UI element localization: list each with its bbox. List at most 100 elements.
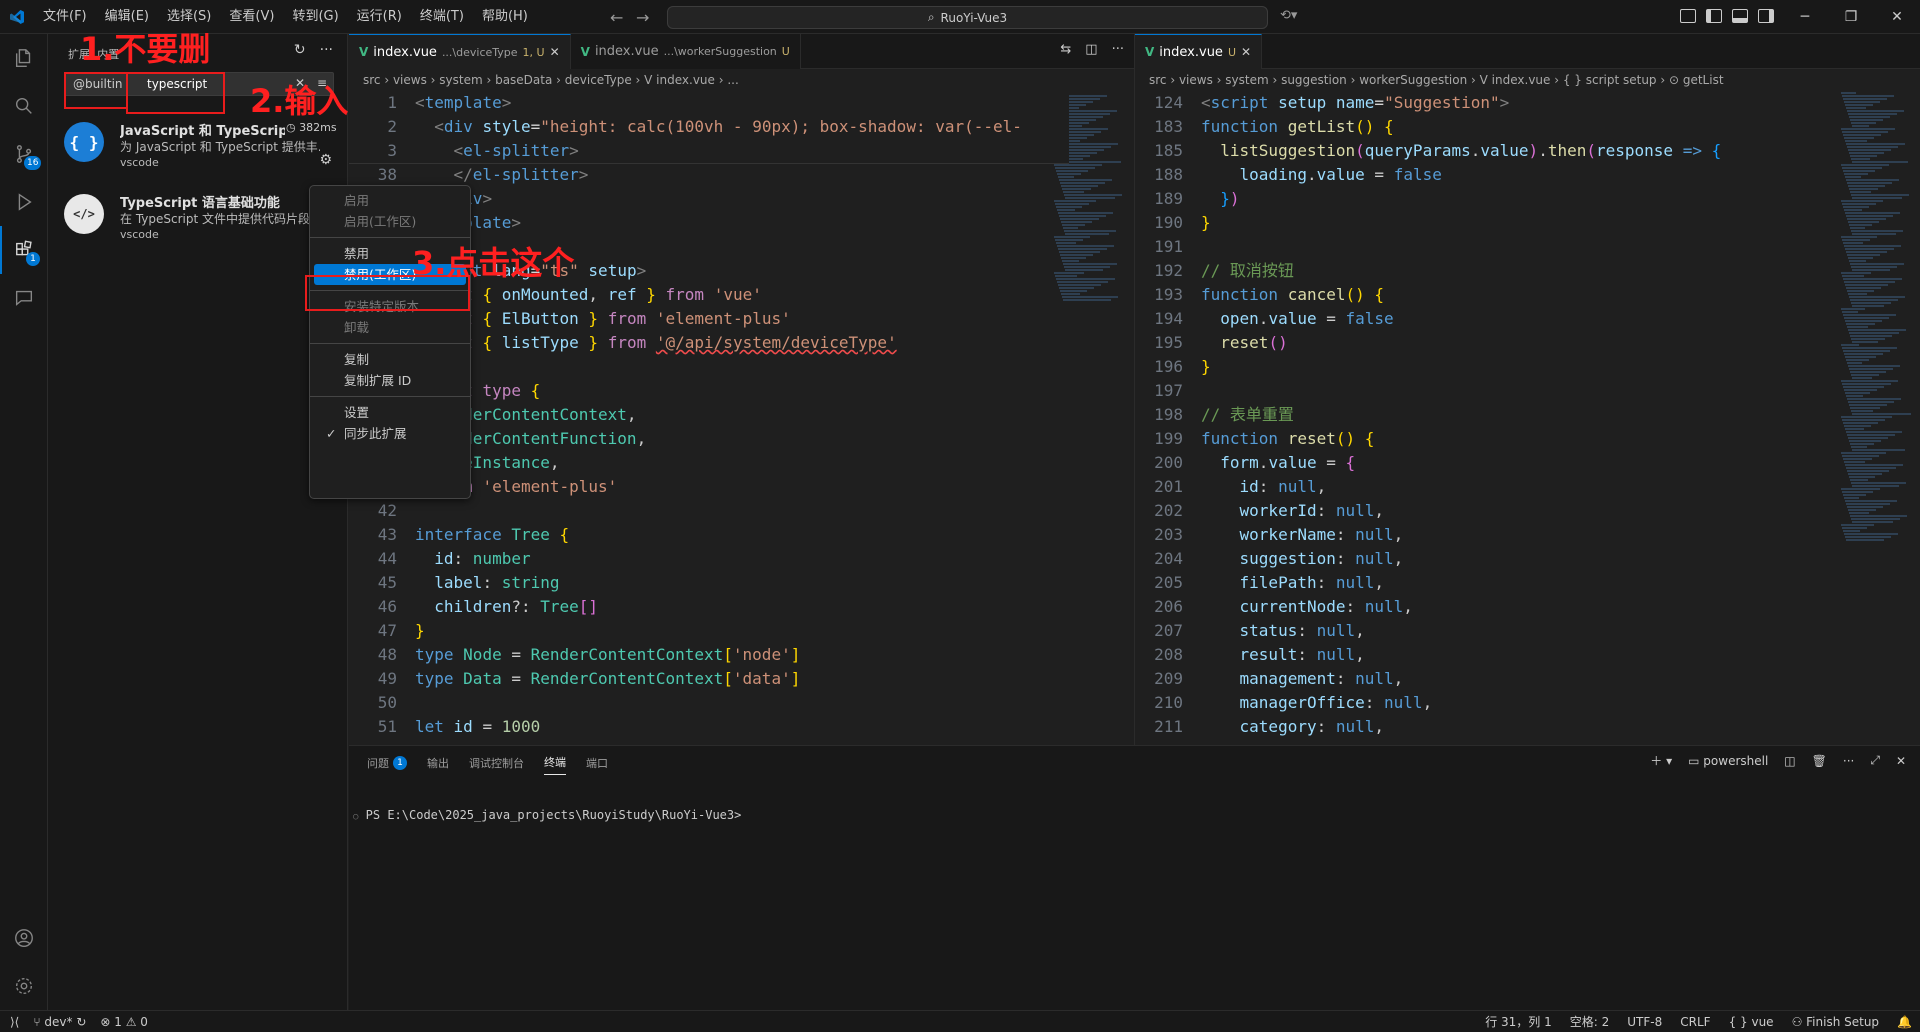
problems-indicator[interactable]: ⊗ 1 ⚠ 0 bbox=[100, 1015, 148, 1029]
code-line[interactable]: 3 <el-splitter> bbox=[349, 139, 1069, 163]
code-line[interactable]: 198 // 表单重置 bbox=[1135, 403, 1835, 427]
code-line[interactable]: 208 result: null, bbox=[1135, 643, 1835, 667]
toggle-panel-icon[interactable] bbox=[1732, 9, 1748, 23]
cursor-position[interactable]: 行 31，列 1 bbox=[1485, 1013, 1552, 1030]
more-actions-icon[interactable]: ··· bbox=[320, 42, 333, 58]
toggle-primary-sidebar-icon[interactable] bbox=[1706, 9, 1722, 23]
code-area[interactable]: 124 <script setup name="Suggestion"> 183 fu… bbox=[1135, 91, 1835, 745]
code-line[interactable]: 206 currentNode: null, bbox=[1135, 595, 1835, 619]
code-line[interactable]: 200 form.value = { bbox=[1135, 451, 1835, 475]
editor-tab[interactable]: V index.vue U ✕ bbox=[1135, 34, 1263, 69]
code-line[interactable]: 196} bbox=[1135, 355, 1835, 379]
terminal-shell[interactable]: ▭ powershell bbox=[1688, 754, 1768, 768]
code-line[interactable]: 210 managerOffice: null, bbox=[1135, 691, 1835, 715]
language-mode[interactable]: { } vue bbox=[1729, 1015, 1774, 1029]
toggle-secondary-sidebar-icon[interactable] bbox=[1758, 9, 1774, 23]
code-line[interactable]: 46 children?: Tree[] bbox=[349, 595, 1069, 619]
code-line[interactable]: 45 label: string bbox=[349, 571, 1069, 595]
copilot-icon[interactable]: ⟲▾ bbox=[1280, 8, 1297, 23]
code-line[interactable]: 191 bbox=[1135, 235, 1835, 259]
panel-tab[interactable]: 输出 bbox=[427, 754, 449, 775]
extensions-icon[interactable]: 1 bbox=[0, 226, 48, 274]
code-line[interactable]: 211 category: null, bbox=[1135, 715, 1835, 739]
code-line[interactable]: 194 open.value = false bbox=[1135, 307, 1835, 331]
code-line[interactable]: 38 </el-splitter> bbox=[349, 163, 1069, 187]
remote-icon[interactable]: ⟩⟨ bbox=[10, 1015, 19, 1029]
close-tab-icon[interactable]: ✕ bbox=[550, 45, 560, 59]
code-line[interactable]: 190} bbox=[1135, 211, 1835, 235]
code-line[interactable]: 189 }) bbox=[1135, 187, 1835, 211]
code-line[interactable]: 205 filePath: null, bbox=[1135, 571, 1835, 595]
customize-layout-icon[interactable] bbox=[1680, 9, 1696, 23]
remote-chat-icon[interactable] bbox=[0, 274, 48, 322]
code-line[interactable]: 202 workerId: null, bbox=[1135, 499, 1835, 523]
code-line[interactable]: 209 management: null, bbox=[1135, 667, 1835, 691]
code-line[interactable]: 201 id: null, bbox=[1135, 475, 1835, 499]
breadcrumb[interactable]: src › views › system › suggestion › work… bbox=[1135, 69, 1724, 91]
code-line[interactable]: 192 // 取消按钮 bbox=[1135, 259, 1835, 283]
minimize-icon[interactable]: ─ bbox=[1782, 0, 1828, 34]
code-line[interactable]: 43 interface Tree { bbox=[349, 523, 1069, 547]
context-menu-item[interactable]: 复制扩展 ID bbox=[314, 370, 466, 391]
panel-tab[interactable]: 端口 bbox=[586, 754, 608, 775]
menu-3[interactable]: 查看(V) bbox=[220, 0, 283, 34]
menu-4[interactable]: 转到(G) bbox=[283, 0, 347, 34]
run-debug-icon[interactable] bbox=[0, 178, 48, 226]
code-line[interactable]: 44 id: number bbox=[349, 547, 1069, 571]
indentation[interactable]: 空格: 2 bbox=[1570, 1013, 1610, 1030]
code-line[interactable]: 188 loading.value = false bbox=[1135, 163, 1835, 187]
editor-tab[interactable]: V index.vue ...\deviceType 1, U ✕ bbox=[349, 34, 571, 69]
source-control-icon[interactable]: 16 bbox=[0, 130, 48, 178]
maximize-panel-icon[interactable]: ⤢ bbox=[1870, 753, 1880, 768]
notifications-bell-icon[interactable]: 🔔 bbox=[1897, 1015, 1912, 1029]
back-arrow-icon[interactable]: ← bbox=[610, 8, 623, 27]
code-line[interactable]: 207 status: null, bbox=[1135, 619, 1835, 643]
refresh-icon[interactable]: ↻ bbox=[294, 42, 306, 58]
forward-arrow-icon[interactable]: → bbox=[636, 8, 649, 27]
context-menu-item[interactable]: 复制 bbox=[314, 349, 466, 370]
breadcrumb[interactable]: src › views › system › baseData › device… bbox=[349, 69, 739, 91]
new-terminal-icon[interactable]: ＋ ▾ bbox=[1650, 752, 1672, 769]
code-line[interactable]: 183 function getList() { bbox=[1135, 115, 1835, 139]
code-line[interactable]: 199 function reset() { bbox=[1135, 427, 1835, 451]
code-line[interactable]: 195 reset() bbox=[1135, 331, 1835, 355]
explorer-icon[interactable] bbox=[0, 34, 48, 82]
menu-5[interactable]: 运行(R) bbox=[348, 0, 411, 34]
context-menu-item[interactable]: 设置 bbox=[314, 402, 466, 423]
menu-7[interactable]: 帮助(H) bbox=[473, 0, 537, 34]
close-window-icon[interactable]: ✕ bbox=[1874, 0, 1920, 34]
restore-icon[interactable]: ❐ bbox=[1828, 0, 1874, 34]
code-line[interactable]: 197 bbox=[1135, 379, 1835, 403]
line-ending[interactable]: CRLF bbox=[1680, 1015, 1710, 1029]
code-line[interactable]: 49 type Data = RenderContentContext['data… bbox=[349, 667, 1069, 691]
close-tab-icon[interactable]: ✕ bbox=[1241, 45, 1251, 59]
code-line[interactable]: 2 <div style="height: calc(100vh - 90px)… bbox=[349, 115, 1069, 139]
extension-item-ts-basics[interactable]: </> TypeScript 语言基础功能 在 TypeScript 文件中提供… bbox=[48, 188, 348, 246]
encoding[interactable]: UTF-8 bbox=[1627, 1015, 1662, 1029]
account-icon[interactable] bbox=[0, 914, 48, 962]
code-line[interactable]: 1 <template> bbox=[349, 91, 1069, 115]
menu-6[interactable]: 终端(T) bbox=[411, 0, 473, 34]
code-line[interactable]: 51 let id = 1000 bbox=[349, 715, 1069, 739]
terminal-output[interactable]: ○ PS E:\Code\2025_java_projects\RuoyiStu… bbox=[353, 808, 741, 822]
code-line[interactable]: 47} bbox=[349, 619, 1069, 643]
context-menu-item[interactable]: ✓ 同步此扩展 bbox=[314, 423, 466, 444]
finish-setup[interactable]: ⚇ Finish Setup bbox=[1792, 1015, 1879, 1029]
kill-terminal-icon[interactable]: 🗑 bbox=[1812, 754, 1827, 768]
more-actions-icon[interactable]: ··· bbox=[1843, 754, 1854, 768]
code-line[interactable]: 204 suggestion: null, bbox=[1135, 547, 1835, 571]
search-icon[interactable] bbox=[0, 82, 48, 130]
code-line[interactable]: 185 listSuggestion(queryParams.value).th… bbox=[1135, 139, 1835, 163]
editor-tab[interactable]: V index.vue ...\workerSuggestion U bbox=[570, 34, 801, 69]
minimap[interactable] bbox=[1054, 91, 1124, 745]
panel-tab[interactable]: 终端 bbox=[544, 754, 566, 775]
minimap[interactable] bbox=[1841, 91, 1911, 745]
code-line[interactable]: 50 bbox=[349, 691, 1069, 715]
code-line[interactable]: 48 type Node = RenderContentContext['node… bbox=[349, 643, 1069, 667]
panel-tab[interactable]: 问题 1 bbox=[367, 754, 407, 775]
manage-extension-gear-icon[interactable]: ⚙ bbox=[319, 152, 332, 168]
code-line[interactable]: 193 function cancel() { bbox=[1135, 283, 1835, 307]
code-line[interactable]: 42 bbox=[349, 499, 1069, 523]
extension-item-js-ts[interactable]: { } JavaScript 和 TypeScript... ◷ 382ms 为… bbox=[48, 116, 348, 174]
more-actions-icon[interactable]: ··· bbox=[1112, 42, 1124, 57]
